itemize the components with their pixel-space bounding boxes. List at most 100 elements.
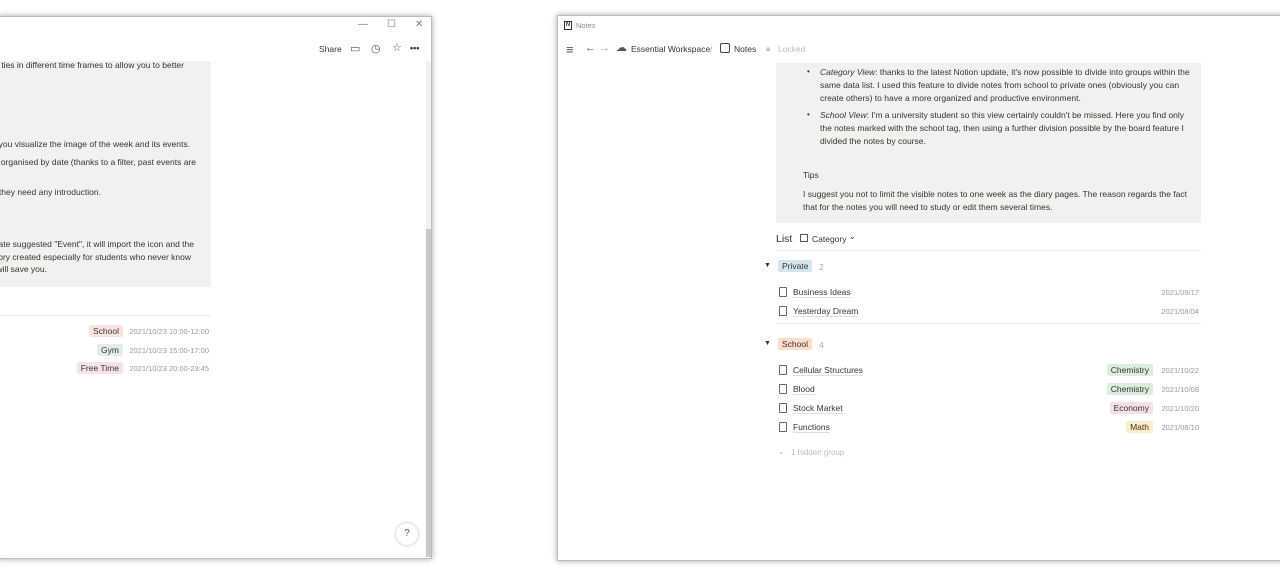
forward-icon[interactable]: →: [599, 42, 610, 54]
hidden-group-toggle[interactable]: 1 hidden group: [791, 448, 844, 457]
breadcrumb-separator: /: [710, 44, 713, 54]
event-row[interactable]: Gym 2021/10/23 15:00-17:00: [0, 343, 211, 359]
row-date: 2021/08/04: [1161, 306, 1199, 316]
bullet-label: Category View: [820, 67, 876, 77]
event-row[interactable]: Free Time 2021/10/23 20:00-23:45: [0, 361, 211, 377]
divider: [776, 323, 1201, 325]
locked-label: Locked: [778, 44, 806, 54]
bullet-icon: •: [807, 67, 810, 76]
row-title[interactable]: Blood: [793, 384, 815, 396]
callout-line: will save you.: [0, 264, 47, 274]
callout-block: ties in different time frames to allow y…: [0, 61, 211, 287]
list-row[interactable]: Blood Chemistry 2021/10/08: [776, 382, 1201, 398]
event-row[interactable]: School 2021/10/23 10:00-12:00: [0, 324, 211, 340]
callout-block: • Category View: thanks to the latest Not…: [776, 63, 1201, 223]
view-selector[interactable]: Category: [812, 234, 847, 244]
list-row[interactable]: Cellular Structures Chemistry 2021/10/22: [776, 363, 1201, 379]
bullet-icon: •: [807, 110, 810, 119]
group-count: 2: [819, 262, 824, 272]
chevron-down-icon[interactable]: ⌄: [849, 232, 856, 241]
page-icon: [779, 384, 787, 395]
row-date: 2021/10/22: [1161, 366, 1199, 376]
row-title[interactable]: Cellular Structures: [793, 365, 863, 377]
event-date: 2021/10/23 10:00-12:00: [129, 327, 209, 336]
scrollbar-thumb[interactable]: [426, 229, 431, 557]
back-icon[interactable]: ←: [585, 42, 596, 54]
help-button[interactable]: ?: [396, 523, 418, 545]
bullet-line: create others) to have a more organized …: [820, 93, 1081, 103]
event-date: 2021/10/23 20:00-23:45: [129, 364, 209, 373]
tips-line: I suggest you not to limit the visible n…: [803, 189, 1187, 199]
callout-line: they need any introduction.: [0, 187, 101, 197]
row-tag: Chemistry: [1106, 383, 1153, 396]
page-icon: [779, 421, 787, 432]
chevron-down-icon[interactable]: ⌄: [778, 447, 785, 456]
bullet-label: School View: [820, 110, 867, 120]
scrollbar[interactable]: [426, 61, 431, 558]
page-icon: [779, 305, 787, 316]
bullet-text: : thanks to the latest Notion update, it…: [875, 67, 1190, 77]
row-tag: Chemistry: [1106, 364, 1153, 377]
notion-logo-icon: N: [564, 21, 572, 30]
callout-line: ate suggested "Event", it will import th…: [0, 239, 194, 249]
event-date: 2021/10/23 15:00-17:00: [129, 345, 209, 355]
tips-line: that for the notes you will need to stud…: [803, 202, 1053, 212]
bullet-line: Category View: thanks to the latest Noti…: [820, 67, 1190, 77]
maximize-button[interactable]: ☐: [387, 19, 396, 30]
list-title: List: [776, 233, 793, 245]
cloud-icon: ☁: [616, 42, 627, 54]
breadcrumb-page[interactable]: Notes: [734, 44, 756, 54]
group-count: 4: [819, 340, 824, 351]
tips-heading: Tips: [803, 170, 819, 180]
bullet-line: divided the notes by course.: [820, 136, 926, 146]
list-row[interactable]: Functions Math 2021/08/10: [776, 420, 1201, 436]
right-notion-window: N Notes ≡ ← → ☁ Essential Workspace / No…: [557, 15, 1280, 561]
event-tag: School: [89, 325, 123, 337]
callout-line: ties in different time frames to allow y…: [1, 61, 184, 70]
row-date: 2021/09/17: [1161, 288, 1199, 297]
callout-line: ory created especially for students who …: [0, 252, 191, 262]
list-view-icon: [800, 234, 808, 242]
close-button[interactable]: ✕: [415, 19, 423, 30]
event-tag: Free Time: [76, 362, 123, 374]
bullet-line: School View: I'm a university student so…: [820, 110, 1184, 120]
page-icon: [720, 43, 730, 53]
bullet-line: the notes marked with the school tag, th…: [820, 123, 1184, 133]
window-title: Notes: [576, 21, 596, 30]
row-title[interactable]: Functions: [793, 422, 830, 433]
bullet-line: same data list. I used this feature to d…: [820, 80, 1180, 90]
share-button[interactable]: Share: [319, 44, 342, 54]
breadcrumb-workspace[interactable]: Essential Workspace: [631, 44, 710, 54]
bullet-text: : I'm a university student so this view …: [866, 110, 1185, 120]
event-tag: Gym: [97, 343, 123, 356]
more-button[interactable]: •••: [410, 43, 419, 53]
triangle-down-icon[interactable]: ▼: [764, 340, 771, 347]
callout-line: s you visualize the image of the week an…: [0, 139, 190, 149]
clock-icon[interactable]: ◷: [371, 42, 381, 55]
group-tag[interactable]: Private: [778, 260, 813, 272]
left-notion-window: — ☐ ✕ Share ▭ ◷ ☆ ••• ties in different …: [0, 16, 432, 559]
list-row[interactable]: Business Ideas 2021/09/17: [776, 285, 1201, 301]
page-icon: [779, 365, 787, 376]
row-title[interactable]: Stock Market: [793, 403, 843, 414]
list-row[interactable]: Stock Market Economy 2021/10/20: [776, 401, 1201, 417]
minimize-button[interactable]: —: [358, 19, 368, 30]
page-icon: [779, 287, 787, 297]
group-tag[interactable]: School: [778, 338, 812, 351]
divider: [0, 315, 211, 316]
row-title[interactable]: Business Ideas: [793, 287, 851, 298]
row-title[interactable]: Yesterday Dream: [793, 306, 859, 317]
row-tag: Economy: [1109, 401, 1153, 414]
callout-line: s organised by date (thanks to a filter,…: [0, 157, 196, 167]
comment-icon[interactable]: ▭: [350, 42, 360, 55]
page-icon: [779, 402, 787, 413]
row-date: 2021/08/10: [1161, 422, 1199, 432]
star-icon[interactable]: ☆: [392, 41, 402, 54]
divider: [776, 250, 1201, 251]
row-date: 2021/10/08: [1161, 385, 1199, 395]
lock-icon: 🔒︎: [766, 44, 771, 53]
row-tag: Math: [1126, 420, 1153, 433]
triangle-down-icon[interactable]: ▼: [764, 262, 771, 269]
list-row[interactable]: Yesterday Dream 2021/08/04: [776, 304, 1201, 320]
menu-icon[interactable]: ≡: [566, 42, 574, 57]
